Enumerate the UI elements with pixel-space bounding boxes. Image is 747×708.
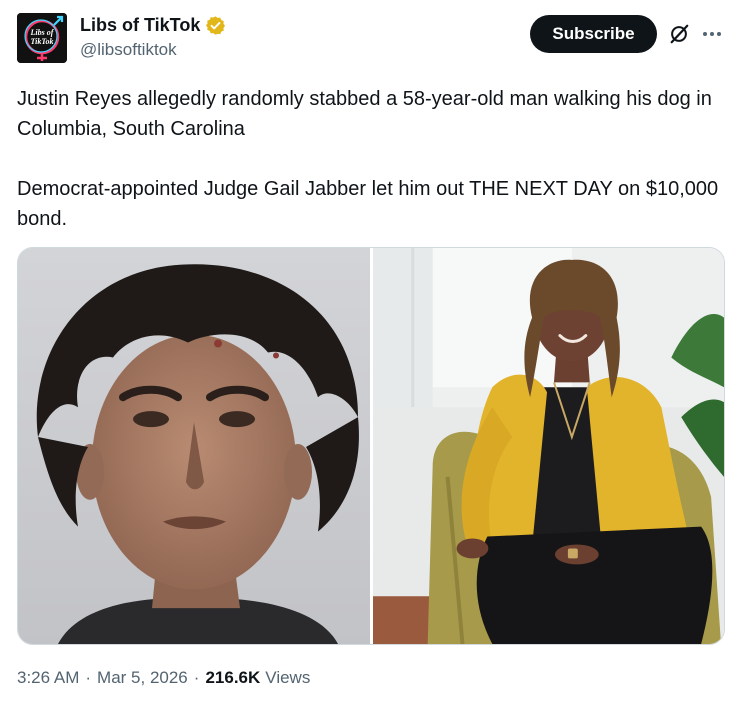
- views-count[interactable]: 216.6K: [205, 668, 260, 688]
- judge-photo[interactable]: [373, 248, 724, 644]
- avatar[interactable]: Libs of TikTok: [17, 13, 67, 63]
- author-name-row: Libs of TikTok: [80, 15, 226, 36]
- svg-text:Libs of: Libs of: [30, 28, 55, 37]
- grok-icon[interactable]: [668, 23, 690, 45]
- tweet-date[interactable]: Mar 5, 2026: [97, 668, 188, 688]
- subscribe-button[interactable]: Subscribe: [530, 15, 657, 53]
- svg-text:TikTok: TikTok: [31, 37, 54, 46]
- tweet-meta: 3:26 AM · Mar 5, 2026 · 216.6K Views: [17, 668, 310, 688]
- tweet-time[interactable]: 3:26 AM: [17, 668, 79, 688]
- mugshot-photo[interactable]: [18, 248, 370, 644]
- meta-separator: ·: [193, 668, 200, 687]
- more-options-icon[interactable]: [700, 22, 724, 46]
- tweet-paragraph-1: Justin Reyes allegedly randomly stabbed …: [17, 88, 712, 140]
- tweet: Libs of TikTok Libs of TikTok @libsoftik…: [0, 0, 747, 708]
- libs-of-tiktok-logo-icon: Libs of TikTok: [17, 13, 67, 63]
- meta-separator: ·: [85, 668, 92, 687]
- verified-badge-icon[interactable]: [205, 15, 226, 36]
- views-label: Views: [265, 668, 311, 687]
- tweet-paragraph-2: Democrat-appointed Judge Gail Jabber let…: [17, 178, 719, 230]
- mugshot-image: [18, 248, 370, 644]
- tweet-media-grid[interactable]: [17, 247, 725, 645]
- author-display-name[interactable]: Libs of TikTok: [80, 15, 200, 36]
- tweet-text: Justin Reyes allegedly randomly stabbed …: [17, 84, 727, 234]
- judge-image: [373, 248, 724, 644]
- author-handle[interactable]: @libsoftiktok: [80, 40, 177, 60]
